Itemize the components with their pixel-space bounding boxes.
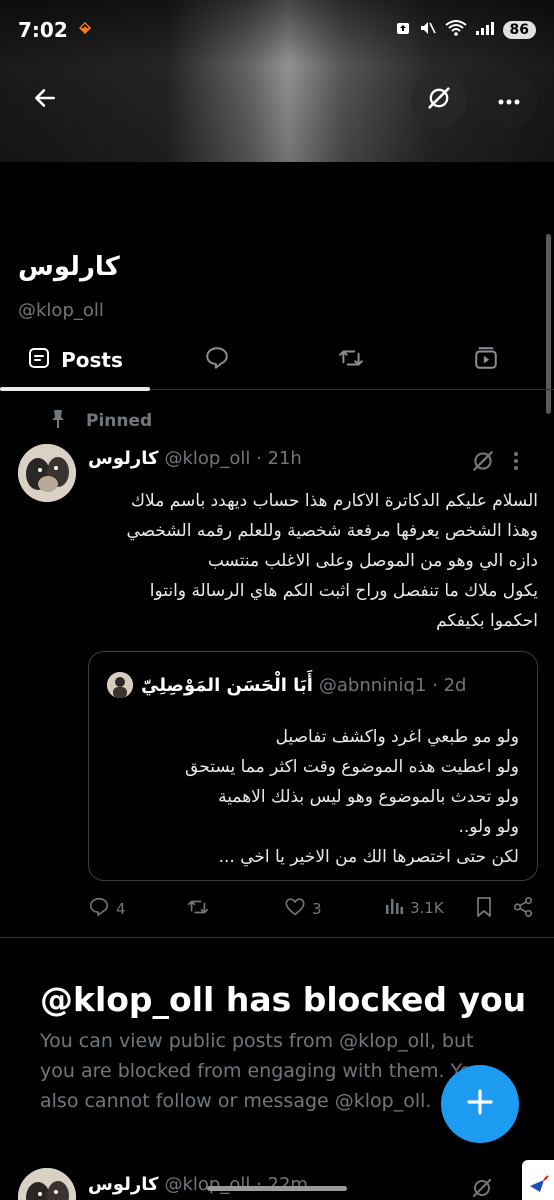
post-text-line: يكول ملاك ما تنفصل وراح اثبت الكم هاي ال… [149, 581, 538, 601]
post-grok-button[interactable] [470, 1176, 494, 1200]
post-text-line: احكموا بكيفكم [436, 611, 538, 631]
avatar[interactable] [18, 1168, 76, 1200]
repost-icon [337, 345, 365, 375]
quoted-author-name: أَبَا الْحَسَن المَوْصِلِيّ [141, 674, 313, 696]
post-author-name[interactable]: كارلوس [88, 1174, 158, 1195]
post-author-meta[interactable]: @klop_oll · 21h [164, 448, 301, 469]
posts-icon [27, 346, 51, 374]
avatar[interactable] [18, 444, 76, 502]
profile-handle: @klop_oll [18, 300, 104, 321]
gesture-nav-bar[interactable] [207, 1186, 347, 1191]
share-icon [512, 896, 534, 922]
bookmark-button[interactable] [474, 896, 494, 922]
post-more-button[interactable] [512, 448, 520, 478]
more-options-button[interactable] [481, 72, 537, 128]
status-time: 7:02 [18, 18, 68, 42]
tab-reposts[interactable] [319, 330, 383, 390]
quoted-text-line: ولو تحدث بالموضوع وهو ليس بذلك الاهمية [218, 787, 519, 807]
reply-button[interactable]: 4 [88, 896, 126, 922]
post-header: كارلوس @klop_oll · 21h [88, 448, 302, 469]
grok-icon [425, 84, 453, 116]
blocked-title: @klop_oll has blocked you [40, 980, 527, 1019]
media-icon [473, 345, 499, 375]
quoted-text-line: ولو ولو.. [458, 817, 519, 837]
heart-icon [284, 896, 306, 922]
post-text-line: السلام عليكم الدكاترة الاكارم هذا حساب د… [131, 491, 538, 511]
views-icon [384, 896, 404, 920]
tab-posts[interactable]: Posts [0, 330, 150, 391]
views-count: 3.1K [410, 899, 444, 917]
grok-button[interactable] [411, 72, 467, 128]
mute-icon [419, 19, 437, 41]
repost-icon [186, 896, 210, 922]
post-header: كارلوس @klop_oll · 22m [88, 1174, 308, 1195]
signal-icon [475, 20, 495, 40]
repost-button[interactable] [186, 896, 216, 922]
tab-posts-label: Posts [61, 348, 123, 372]
profile-display-name: كارلوس [18, 252, 120, 282]
reply-icon [204, 345, 230, 375]
pin-icon [48, 408, 68, 434]
back-button[interactable] [17, 72, 73, 128]
tab-selected-indicator [0, 387, 150, 391]
notification-icon [76, 19, 94, 41]
profile-tabs: Posts [0, 330, 554, 391]
reply-count: 4 [116, 900, 126, 918]
grok-icon [470, 451, 496, 478]
battery-indicator: 86 [502, 21, 536, 39]
bookmark-icon [474, 896, 494, 922]
more-horizontal-icon [497, 91, 521, 110]
quoted-author-meta: @abnniniq1 · 2d [318, 674, 467, 696]
post-grok-button[interactable] [470, 448, 496, 478]
compose-button[interactable] [441, 1065, 519, 1143]
views-button[interactable]: 3.1K [384, 896, 444, 920]
post-text-line: وهذا الشخص يعرفها مرفعة شخصية وللعلم رقم… [126, 521, 539, 541]
quoted-text-line: لكن حتى اختصرها الك من الاخير يا اخي ... [218, 847, 519, 867]
quoted-text-line: ولو مو طبعي اغرد واكشف تفاصيل [275, 727, 519, 747]
blocked-description: You can view public posts from @klop_oll… [40, 1030, 484, 1112]
status-bar: 7:02 86 [0, 0, 554, 60]
share-button[interactable] [512, 896, 534, 922]
like-count: 3 [312, 900, 322, 918]
wifi-icon [444, 19, 467, 41]
quoted-post-header: أَبَا الْحَسَن المَوْصِلِيّ @abnniniq1 ·… [107, 672, 466, 698]
plus-icon [465, 1087, 495, 1121]
grok-icon [470, 1178, 494, 1200]
tab-replies[interactable] [185, 330, 249, 390]
pinned-indicator: Pinned [48, 408, 152, 434]
arrow-left-icon [32, 85, 58, 115]
post-actions: 4 3 3.1K [88, 896, 538, 926]
upload-icon [395, 20, 411, 40]
post-text-line: دازه الي وهو من الموصل وعلى الاغلب منتسب [207, 551, 538, 571]
quoted-post-text: ولو مو طبعي اغرد واكشف تفاصيل ولو اعطيت … [99, 722, 519, 872]
post-author-meta[interactable]: @klop_oll · 22m [164, 1174, 307, 1195]
reply-icon [88, 896, 110, 922]
corner-badge [522, 1160, 554, 1200]
quoted-post[interactable]: أَبَا الْحَسَن المَوْصِلِيّ @abnniniq1 ·… [88, 651, 538, 881]
post-author-name[interactable]: كارلوس [88, 448, 158, 469]
post-text: السلام عليكم الدكاترة الاكارم هذا حساب د… [88, 486, 539, 636]
more-vertical-icon [512, 452, 520, 478]
quoted-avatar [107, 672, 133, 698]
like-button[interactable]: 3 [284, 896, 322, 922]
pinned-label: Pinned [86, 411, 153, 431]
tab-media[interactable] [454, 330, 518, 390]
section-divider [0, 937, 554, 938]
quoted-text-line: ولو اعطيت هذه الموضوع وقت اكثر مما يستحق [185, 757, 519, 777]
